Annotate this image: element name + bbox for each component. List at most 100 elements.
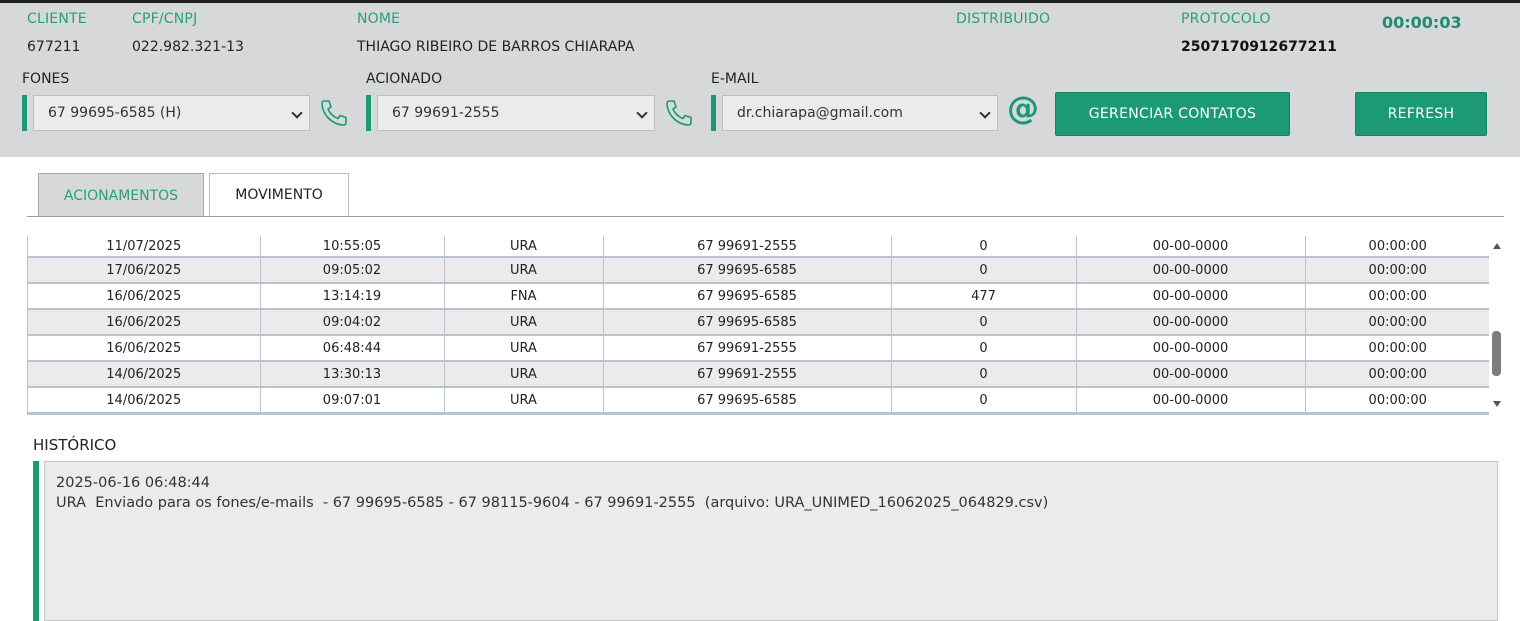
tabs-divider xyxy=(27,216,1504,217)
table-cell: 09:04:02 xyxy=(260,309,445,336)
table-cell: 00-00-0000 xyxy=(1076,335,1306,362)
historico-line-1: 2025-06-16 06:48:44 xyxy=(56,475,210,491)
table-cell: 09:07:01 xyxy=(260,387,445,414)
table-cell: 17/06/2025 xyxy=(28,257,261,284)
table-cell: 00-00-0000 xyxy=(1076,283,1306,310)
historico-accent-bar xyxy=(33,461,39,621)
table-cell: 67 99695-6585 xyxy=(603,257,892,284)
table-cell: 0 xyxy=(891,387,1077,414)
tab-acionamentos[interactable]: ACIONAMENTOS xyxy=(38,173,204,217)
table-cell: 16/06/2025 xyxy=(28,335,261,362)
table-scrollbar[interactable] xyxy=(1489,236,1505,415)
acionado-selected-value: 67 99691-2555 xyxy=(392,105,500,121)
phone-icon[interactable] xyxy=(318,97,350,129)
acionado-select-wrapper: 67 99691-2555 xyxy=(366,95,655,131)
gerenciar-contatos-button[interactable]: GERENCIAR CONTATOS xyxy=(1055,92,1290,136)
cliente-value: 677211 xyxy=(27,39,81,55)
table-cell: 00-00-0000 xyxy=(1076,236,1306,258)
chevron-down-icon xyxy=(979,107,991,119)
table-cell: 06:48:44 xyxy=(260,335,445,362)
table-cell: 13:14:19 xyxy=(260,283,445,310)
historico-line-2: URA Enviado para os fones/e-mails - 67 9… xyxy=(56,495,1049,511)
nome-value: THIAGO RIBEIRO DE BARROS CHIARAPA xyxy=(357,39,635,55)
table-row[interactable]: 14/06/2025 09:07:01 URA 67 99695-6585 0 00-00… xyxy=(28,387,1489,414)
table-cell: URA xyxy=(444,257,604,284)
table-cell: 13:30:13 xyxy=(260,361,445,388)
scroll-thumb[interactable] xyxy=(1492,331,1501,376)
table-cell: URA xyxy=(444,236,604,258)
email-select[interactable]: dr.chiarapa@gmail.com xyxy=(722,95,998,131)
table-cell: 09:05:02 xyxy=(260,257,445,284)
table-cell: 00-00-0000 xyxy=(1076,361,1306,388)
table-cell: 00-00-0000 xyxy=(1076,387,1306,414)
table-row[interactable]: 16/06/2025 06:48:44 URA 67 99691-2555 0 00-00… xyxy=(28,335,1489,362)
acionado-select[interactable]: 67 99691-2555 xyxy=(377,95,655,131)
phone-icon[interactable] xyxy=(663,97,695,129)
table-cell: 0 xyxy=(891,257,1077,284)
table-cell: 00:00:00 xyxy=(1305,309,1489,336)
nome-label: NOME xyxy=(357,11,401,27)
table-cell: 16/06/2025 xyxy=(28,309,261,336)
table-cell: URA xyxy=(444,387,604,414)
email-selected-value: dr.chiarapa@gmail.com xyxy=(737,105,903,121)
table-cell: URA xyxy=(444,335,604,362)
table-cell: 0 xyxy=(891,309,1077,336)
table-cell: FNA xyxy=(444,283,604,310)
refresh-button[interactable]: REFRESH xyxy=(1355,92,1487,136)
cpf-label: CPF/CNPJ xyxy=(132,11,198,27)
table-row[interactable]: 17/06/2025 09:05:02 URA 67 99695-6585 0 00-00… xyxy=(28,257,1489,284)
table-cell: 00:00:00 xyxy=(1305,335,1489,362)
protocolo-label: PROTOCOLO xyxy=(1181,11,1271,27)
table-cell: 67 99695-6585 xyxy=(603,283,892,310)
table-cell: 67 99691-2555 xyxy=(603,236,892,258)
table-cell: 14/06/2025 xyxy=(28,361,261,388)
acionado-label: ACIONADO xyxy=(366,71,443,87)
table-row[interactable]: 14/06/2025 13:30:13 URA 67 99691-2555 0 00-00… xyxy=(28,361,1489,388)
table-cell: 00:00:00 xyxy=(1305,387,1489,414)
table-cell: 00:00:00 xyxy=(1305,361,1489,388)
table-cell: 00-00-0000 xyxy=(1076,309,1306,336)
historico-textarea[interactable]: 2025-06-16 06:48:44 URA Enviado para os … xyxy=(44,461,1498,621)
fones-label: FONES xyxy=(22,71,70,87)
at-sign-icon[interactable]: @ xyxy=(1007,92,1039,124)
fones-select-wrapper: 67 99695-6585 (H) xyxy=(22,95,310,131)
table-row[interactable]: 11/07/2025 10:55:05 URA 67 99691-2555 0 00-00… xyxy=(28,236,1489,258)
cliente-label: CLIENTE xyxy=(27,11,87,27)
table-cell: 14/06/2025 xyxy=(28,387,261,414)
table-cell: 0 xyxy=(891,335,1077,362)
scroll-down-arrow-icon[interactable] xyxy=(1493,401,1501,407)
distribuido-label: DISTRIBUIDO xyxy=(956,11,1051,27)
chevron-down-icon xyxy=(636,107,648,119)
table-cell: 10:55:05 xyxy=(260,236,445,258)
table-cell: 00:00:00 xyxy=(1305,236,1489,258)
table-cell: 67 99695-6585 xyxy=(603,387,892,414)
table-cell: 11/07/2025 xyxy=(28,236,261,258)
table-cell: 67 99695-6585 xyxy=(603,309,892,336)
email-label: E-MAIL xyxy=(711,71,759,87)
email-select-wrapper: dr.chiarapa@gmail.com xyxy=(711,95,998,131)
table-cell: 00-00-0000 xyxy=(1076,257,1306,284)
tab-movimento[interactable]: MOVIMENTO xyxy=(209,173,349,216)
table-row[interactable]: 16/06/2025 13:14:19 FNA 67 99695-6585 477 00-… xyxy=(28,283,1489,310)
table-cell: URA xyxy=(444,309,604,336)
fones-selected-value: 67 99695-6585 (H) xyxy=(48,105,182,121)
table-cell: 67 99691-2555 xyxy=(603,361,892,388)
table-row[interactable]: 16/06/2025 09:04:02 URA 67 99695-6585 0 00-00… xyxy=(28,309,1489,336)
table-cell: 00:00:00 xyxy=(1305,257,1489,284)
table-cell: URA xyxy=(444,361,604,388)
client-header: CLIENTE 677211 CPF/CNPJ 022.982.321-13 N… xyxy=(0,3,1520,157)
table-cell: 16/06/2025 xyxy=(28,283,261,310)
table-cell: 00:00:00 xyxy=(1305,283,1489,310)
table-cell: 67 99691-2555 xyxy=(603,335,892,362)
table-cell: 0 xyxy=(891,236,1077,258)
scroll-up-arrow-icon[interactable] xyxy=(1493,243,1501,249)
historico-label: HISTÓRICO xyxy=(33,436,117,454)
table-cell: 0 xyxy=(891,361,1077,388)
call-timer: 00:00:03 xyxy=(1382,13,1462,32)
cpf-value: 022.982.321-13 xyxy=(132,39,244,55)
table-cell: 477 xyxy=(891,283,1077,310)
protocolo-value: 2507170912677211 xyxy=(1181,39,1337,55)
chevron-down-icon xyxy=(291,107,303,119)
fones-select[interactable]: 67 99695-6585 (H) xyxy=(33,95,310,131)
acionamentos-table: 11/07/2025 10:55:05 URA 67 99691-2555 0 00-00… xyxy=(27,236,1489,415)
